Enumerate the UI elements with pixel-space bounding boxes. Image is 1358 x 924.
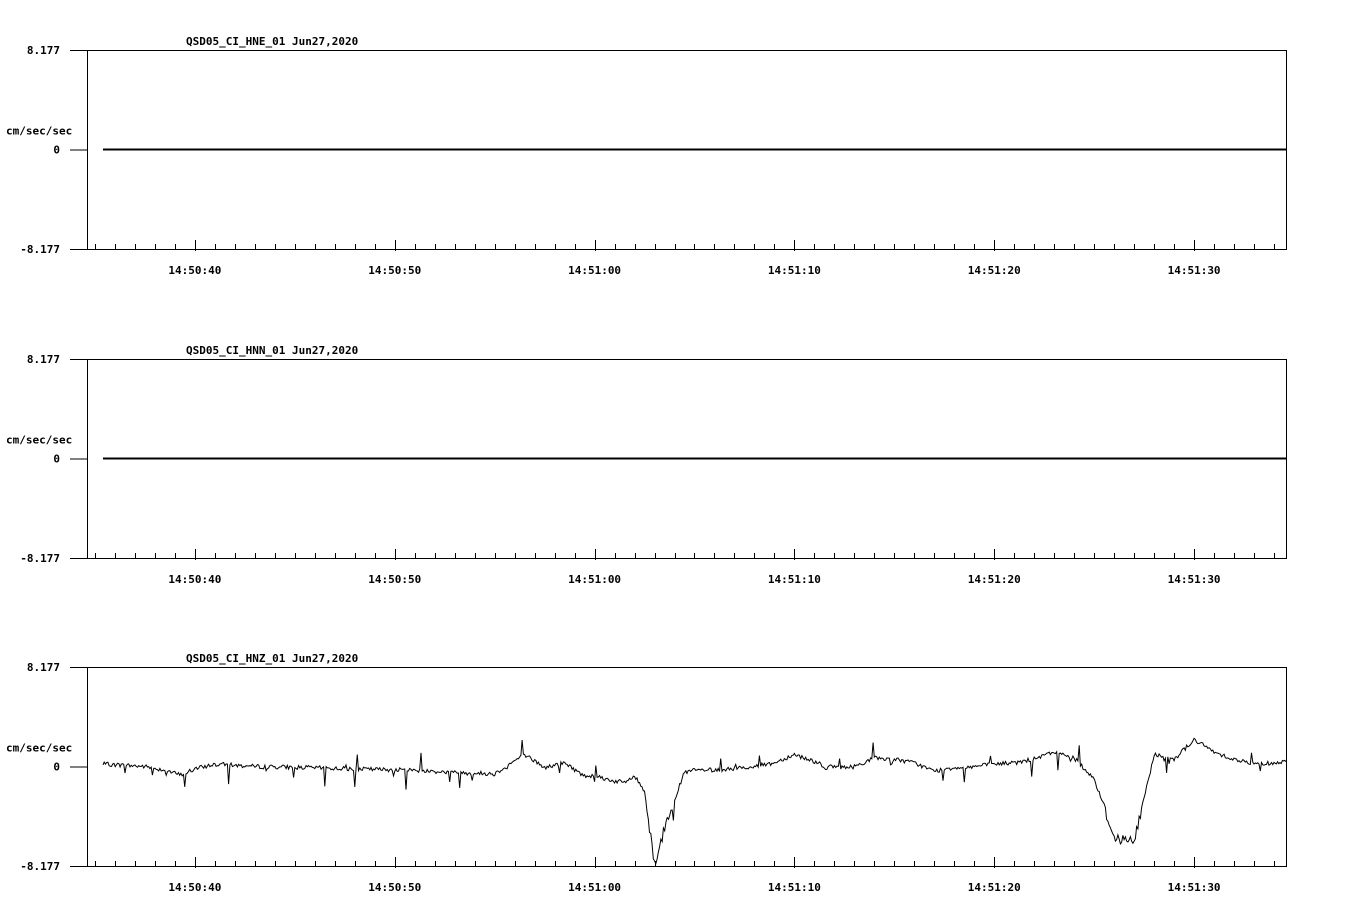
x-tick-label: 14:51:00 — [568, 264, 621, 277]
x-tick-label: 14:51:30 — [1168, 264, 1221, 277]
seismogram-figure: QSD05_CI_HNE_01 Jun27,2020 8.177 0 -8.177 cm… — [6, 35, 1287, 894]
panel-2: QSD05_CI_HNN_01 Jun27,2020 8.177 0 -8.177 cm… — [6, 344, 1287, 586]
y-tick-label: -8.177 — [20, 243, 60, 256]
panel-title: QSD05_CI_HNE_01 Jun27,2020 — [186, 35, 358, 48]
y-axis-label: cm/sec/sec — [6, 742, 72, 755]
panel-title: QSD05_CI_HNZ_01 Jun27,2020 — [186, 652, 358, 665]
x-tick-label: 14:51:10 — [768, 881, 821, 894]
trace-line — [102, 737, 1287, 866]
x-tick-label: 14:51:30 — [1168, 881, 1221, 894]
y-tick-label: 0 — [53, 761, 60, 774]
y-axis-label: cm/sec/sec — [6, 125, 72, 138]
x-tick-label: 14:50:40 — [168, 573, 221, 586]
x-tick-label: 14:51:20 — [968, 573, 1021, 586]
panel-3: QSD05_CI_HNZ_01 Jun27,2020 8.177 0 -8.177 cm… — [6, 652, 1287, 894]
x-tick-label: 14:50:50 — [368, 573, 421, 586]
x-tick-label: 14:51:00 — [568, 881, 621, 894]
x-tick-label: 14:51:20 — [968, 264, 1021, 277]
x-tick-label: 14:50:50 — [368, 264, 421, 277]
y-tick-label: 8.177 — [27, 353, 60, 366]
y-tick-label: -8.177 — [20, 552, 60, 565]
x-tick-label: 14:51:20 — [968, 881, 1021, 894]
y-tick-label: 8.177 — [27, 661, 60, 674]
x-tick-label: 14:51:10 — [768, 573, 821, 586]
x-tick-label: 14:51:30 — [1168, 573, 1221, 586]
y-axis-label: cm/sec/sec — [6, 434, 72, 447]
y-tick-label: 0 — [53, 453, 60, 466]
y-tick-label: -8.177 — [20, 860, 60, 873]
panel-1: QSD05_CI_HNE_01 Jun27,2020 8.177 0 -8.177 cm… — [6, 35, 1287, 277]
x-tick-label: 14:51:10 — [768, 264, 821, 277]
x-tick-label: 14:50:50 — [368, 881, 421, 894]
y-tick-label: 0 — [53, 144, 60, 157]
y-tick-label: 8.177 — [27, 44, 60, 57]
x-tick-label: 14:51:00 — [568, 573, 621, 586]
panel-title: QSD05_CI_HNN_01 Jun27,2020 — [186, 344, 358, 357]
plot-frame — [87, 667, 1287, 867]
x-tick-label: 14:50:40 — [168, 264, 221, 277]
x-tick-label: 14:50:40 — [168, 881, 221, 894]
